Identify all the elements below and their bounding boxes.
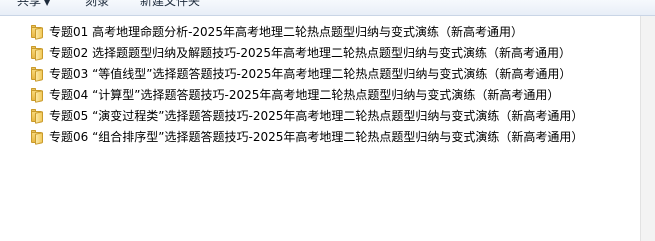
folder-icon: [30, 25, 44, 40]
folder-icon: [30, 46, 44, 61]
folder-icon: [30, 109, 44, 124]
file-name: 专题03 “等值线型”选择题答题技巧-2025年高考地理二轮热点题型归纳与变式演…: [49, 67, 572, 81]
vertical-scrollbar[interactable]: [640, 16, 655, 241]
file-name: 专题04 “计算型”选择题答题技巧-2025年高考地理二轮热点题型归纳与变式演练…: [49, 88, 560, 102]
explorer-window: 共享 ▼ 刻录 新建文件夹 专题01 高考地理命题分析-2025年高考地理二轮热点…: [0, 0, 655, 241]
list-item[interactable]: 专题06 “组合排序型”选择题答题技巧-2025年高考地理二轮热点题型归纳与变式…: [30, 128, 583, 146]
file-list: 专题01 高考地理命题分析-2025年高考地理二轮热点题型归纳与变式演练（新高考…: [0, 16, 640, 241]
file-name: 专题05 “演变过程类”选择题答题技巧-2025年高考地理二轮热点题型归纳与变式…: [49, 109, 584, 123]
new-folder-label: 新建文件夹: [140, 0, 201, 8]
new-folder-button[interactable]: 新建文件夹: [140, 0, 200, 9]
chevron-down-icon: ▼: [44, 0, 51, 7]
file-name: 专题02 选择题题型归纳及解题技巧-2025年高考地理二轮热点题型归纳与变式演练…: [49, 46, 571, 60]
burn-label: 刻录: [85, 0, 110, 8]
folder-icon: [30, 88, 44, 103]
list-item[interactable]: 专题02 选择题题型归纳及解题技巧-2025年高考地理二轮热点题型归纳与变式演练…: [30, 44, 571, 62]
file-name: 专题01 高考地理命题分析-2025年高考地理二轮热点题型归纳与变式演练（新高考…: [49, 25, 523, 39]
file-name: 专题06 “组合排序型”选择题答题技巧-2025年高考地理二轮热点题型归纳与变式…: [49, 130, 584, 144]
list-item[interactable]: 专题04 “计算型”选择题答题技巧-2025年高考地理二轮热点题型归纳与变式演练…: [30, 86, 559, 104]
list-item[interactable]: 专题05 “演变过程类”选择题答题技巧-2025年高考地理二轮热点题型归纳与变式…: [30, 107, 583, 125]
share-button[interactable]: 共享 ▼: [17, 0, 50, 9]
command-bar: 共享 ▼ 刻录 新建文件夹: [0, 0, 655, 16]
folder-icon: [30, 67, 44, 82]
share-label: 共享: [17, 0, 42, 8]
list-item[interactable]: 专题03 “等值线型”选择题答题技巧-2025年高考地理二轮热点题型归纳与变式演…: [30, 65, 571, 83]
folder-icon: [30, 130, 44, 145]
burn-button[interactable]: 刻录: [85, 0, 109, 9]
list-item[interactable]: 专题01 高考地理命题分析-2025年高考地理二轮热点题型归纳与变式演练（新高考…: [30, 23, 523, 41]
